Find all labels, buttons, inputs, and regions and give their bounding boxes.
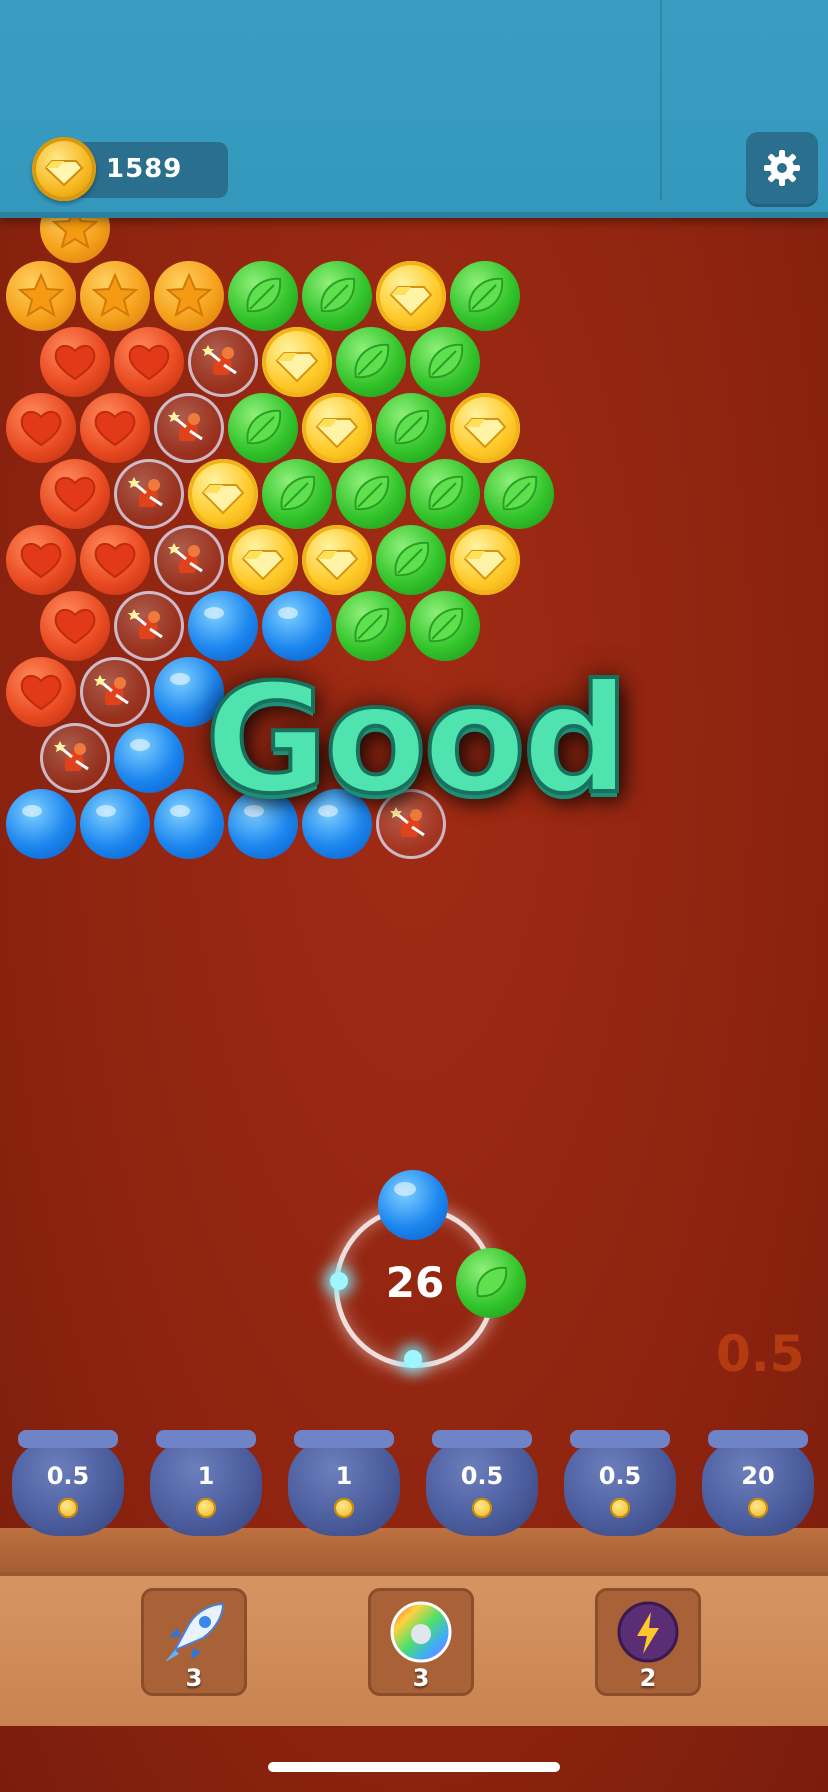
booster-rocket[interactable]: 3	[141, 1588, 247, 1696]
leaf-bubble	[228, 393, 298, 463]
pot-multiplier: 0.5	[46, 1462, 90, 1490]
booster-rainbow[interactable]: 3	[368, 1588, 474, 1696]
pot-rim	[432, 1430, 532, 1448]
blue-bubble	[80, 789, 150, 859]
pot-multiplier: 20	[741, 1462, 775, 1490]
multiplier-pot: 0.5	[564, 1430, 676, 1540]
heart-bubble	[6, 393, 76, 463]
gem-bubble	[302, 525, 372, 595]
heart-bubble	[6, 525, 76, 595]
pot-multiplier: 1	[335, 1462, 353, 1490]
fairy-bubble	[114, 591, 184, 661]
leaf-bubble	[336, 459, 406, 529]
coin-icon	[610, 1498, 630, 1518]
blue-bubble	[6, 789, 76, 859]
pot-multiplier: 1	[197, 1462, 215, 1490]
leaf-bubble	[484, 459, 554, 529]
heart-bubble	[40, 327, 110, 397]
coin-icon	[472, 1498, 492, 1518]
gem-bubble	[450, 393, 520, 463]
top-bar: 1589	[0, 0, 828, 218]
coin-count: 1589	[106, 154, 183, 184]
pot-rim	[18, 1430, 118, 1448]
coin-icon	[58, 1498, 78, 1518]
gem-bubble	[302, 393, 372, 463]
gear-icon	[764, 150, 800, 186]
booster-lightning[interactable]: 2	[595, 1588, 701, 1696]
next-bubble[interactable]	[456, 1248, 526, 1318]
rocket-icon	[165, 1602, 225, 1662]
floating-multiplier: 0.5	[716, 1325, 805, 1383]
fairy-bubble	[40, 723, 110, 793]
gem-bubble	[188, 459, 258, 529]
heart-bubble	[6, 657, 76, 727]
leaf-bubble	[410, 591, 480, 661]
pot-rim	[156, 1430, 256, 1448]
leaf-bubble	[302, 261, 372, 331]
leaf-bubble	[262, 459, 332, 529]
top-bar-seam	[660, 0, 662, 200]
leaf-bubble	[410, 459, 480, 529]
heart-bubble	[40, 591, 110, 661]
fairy-bubble	[154, 393, 224, 463]
gem-bubble	[228, 525, 298, 595]
blue-bubble	[188, 591, 258, 661]
rainbow-bubble-icon	[390, 1601, 452, 1663]
shots-remaining: 26	[385, 1258, 445, 1307]
star-bubble	[6, 261, 76, 331]
gem-bubble	[262, 327, 332, 397]
leaf-bubble	[410, 327, 480, 397]
heart-bubble	[80, 393, 150, 463]
heart-bubble	[80, 525, 150, 595]
leaf-bubble	[450, 261, 520, 331]
leaf-bubble	[228, 261, 298, 331]
game-screen[interactable]: 1589 Good 26 0.5 0.5 1 1 0.5 0.5 20 3 3 …	[0, 0, 828, 1792]
booster-count: 3	[412, 1664, 430, 1692]
fairy-bubble	[188, 327, 258, 397]
pot-rim	[708, 1430, 808, 1448]
pot-rim	[570, 1430, 670, 1448]
leaf-bubble	[336, 591, 406, 661]
pot-multiplier: 0.5	[460, 1462, 504, 1490]
lightning-bomb-icon	[617, 1601, 679, 1663]
fairy-bubble	[154, 525, 224, 595]
multiplier-pot: 0.5	[12, 1430, 124, 1540]
gem-bubble	[450, 525, 520, 595]
blue-bubble	[114, 723, 184, 793]
leaf-bubble	[376, 525, 446, 595]
leaf-bubble	[376, 393, 446, 463]
feedback-text: Good	[203, 653, 632, 827]
multiplier-pot: 20	[702, 1430, 814, 1540]
multiplier-pot: 0.5	[426, 1430, 538, 1540]
current-bubble[interactable]	[378, 1170, 448, 1240]
heart-bubble	[114, 327, 184, 397]
pot-multiplier: 0.5	[598, 1462, 642, 1490]
star-bubble	[154, 261, 224, 331]
heart-bubble	[40, 459, 110, 529]
aim-spark	[330, 1272, 348, 1290]
settings-button[interactable]	[746, 132, 818, 204]
leaf-bubble	[336, 327, 406, 397]
fairy-bubble	[80, 657, 150, 727]
booster-count: 2	[639, 1664, 657, 1692]
coin-icon	[334, 1498, 354, 1518]
booster-count: 3	[185, 1664, 203, 1692]
home-indicator[interactable]	[268, 1762, 560, 1772]
coin-icon	[748, 1498, 768, 1518]
blue-bubble	[262, 591, 332, 661]
gem-bubble	[376, 261, 446, 331]
gem-coin-icon	[32, 137, 96, 201]
fairy-bubble	[114, 459, 184, 529]
star-bubble	[80, 261, 150, 331]
aim-spark	[404, 1350, 422, 1368]
multiplier-pot: 1	[288, 1430, 400, 1540]
multiplier-pot: 1	[150, 1430, 262, 1540]
pot-rim	[294, 1430, 394, 1448]
coin-icon	[196, 1498, 216, 1518]
